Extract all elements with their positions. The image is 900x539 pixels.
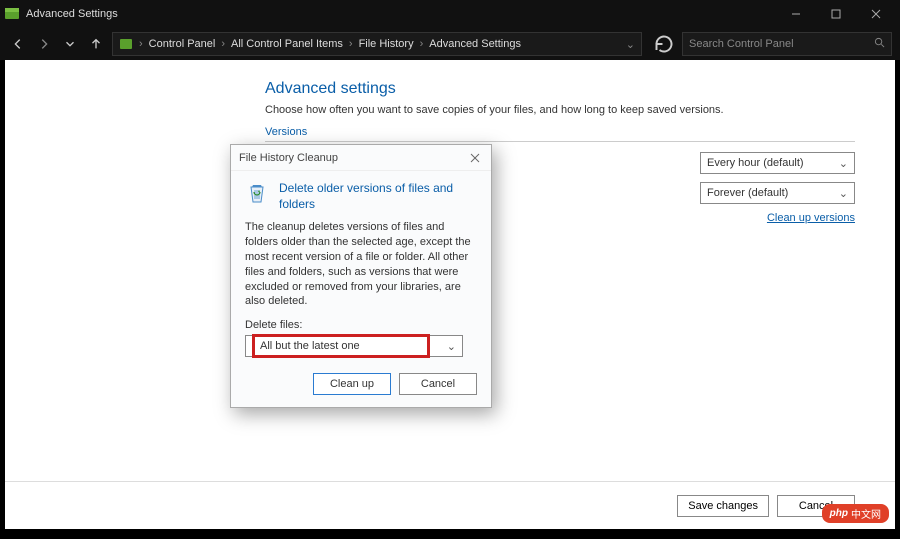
- refresh-button[interactable]: [652, 32, 676, 56]
- save-changes-button[interactable]: Save changes: [677, 495, 769, 517]
- chevron-right-icon: ›: [418, 38, 426, 50]
- app-icon: [4, 6, 20, 22]
- minimize-button[interactable]: [776, 0, 816, 28]
- cleanup-versions-link[interactable]: Clean up versions: [767, 212, 855, 224]
- window-title: Advanced Settings: [26, 8, 776, 20]
- chevron-right-icon: ›: [137, 38, 145, 50]
- select-keep-duration[interactable]: Forever (default) ⌄: [700, 182, 855, 204]
- chevron-right-icon: ›: [219, 38, 227, 50]
- title-bar: Advanced Settings: [0, 0, 900, 28]
- breadcrumb-item[interactable]: Advanced Settings: [429, 38, 521, 50]
- address-bar[interactable]: › Control Panel › All Control Panel Item…: [112, 32, 642, 56]
- search-input[interactable]: Search Control Panel: [682, 32, 892, 56]
- chevron-down-icon: ⌄: [438, 340, 456, 353]
- dialog-cancel-button[interactable]: Cancel: [399, 373, 477, 395]
- watermark: php 中文网: [822, 504, 889, 523]
- chevron-down-icon: ⌄: [839, 187, 848, 200]
- breadcrumb-item[interactable]: All Control Panel Items: [231, 38, 343, 50]
- page-heading: Advanced settings: [265, 80, 855, 98]
- search-placeholder: Search Control Panel: [689, 38, 794, 50]
- section-versions: Versions: [265, 126, 855, 142]
- control-panel-icon: [119, 37, 133, 51]
- page-description: Choose how often you want to save copies…: [265, 104, 855, 116]
- recent-dropdown[interactable]: [60, 34, 80, 54]
- cleanup-button[interactable]: Clean up: [313, 373, 391, 395]
- delete-files-label: Delete files:: [245, 319, 477, 331]
- dialog-heading: Delete older versions of files and folde…: [279, 181, 477, 212]
- chevron-right-icon: ›: [347, 38, 355, 50]
- maximize-button[interactable]: [816, 0, 856, 28]
- dialog-description: The cleanup deletes versions of files an…: [245, 220, 477, 309]
- up-button[interactable]: [86, 34, 106, 54]
- close-button[interactable]: [856, 0, 896, 28]
- breadcrumb-item[interactable]: Control Panel: [149, 38, 216, 50]
- nav-bar: › Control Panel › All Control Panel Item…: [0, 28, 900, 60]
- recycle-bin-icon: [245, 181, 269, 205]
- file-history-cleanup-dialog: File History Cleanup Delete older versio…: [230, 144, 492, 408]
- dialog-close-button[interactable]: [467, 150, 483, 166]
- breadcrumb-item[interactable]: File History: [359, 38, 414, 50]
- forward-button[interactable]: [34, 34, 54, 54]
- dialog-title: File History Cleanup: [239, 152, 338, 164]
- delete-files-select[interactable]: All but the latest one ⌄: [245, 335, 463, 357]
- footer: Save changes Cancel: [5, 481, 895, 529]
- back-button[interactable]: [8, 34, 28, 54]
- selection-highlight: All but the latest one: [252, 334, 430, 358]
- search-icon: [874, 37, 885, 51]
- dialog-title-bar[interactable]: File History Cleanup: [231, 145, 491, 171]
- chevron-down-icon: ⌄: [839, 157, 848, 170]
- select-save-frequency[interactable]: Every hour (default) ⌄: [700, 152, 855, 174]
- chevron-down-icon[interactable]: ⌄: [626, 38, 635, 51]
